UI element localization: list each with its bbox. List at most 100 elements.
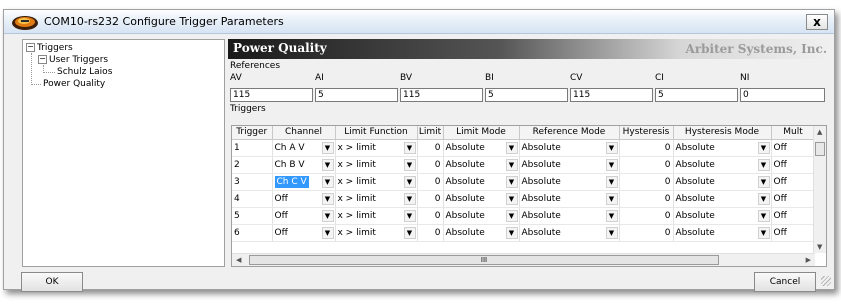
col-header-channel[interactable]: Channel: [272, 126, 336, 140]
ok-button[interactable]: OK: [21, 272, 83, 292]
ref-input-ai[interactable]: 5: [315, 88, 398, 102]
dropdown-arrow-icon[interactable]: ▼: [757, 175, 770, 188]
dropdown-arrow-icon[interactable]: ▼: [321, 209, 334, 222]
dropdown-arrow-icon[interactable]: ▼: [505, 209, 518, 222]
dropdown-arrow-icon[interactable]: ▼: [605, 158, 618, 171]
close-button[interactable]: x: [806, 14, 828, 30]
collapse-icon[interactable]: −: [38, 55, 47, 64]
channel-dropdown[interactable]: Ch C V ▼: [272, 173, 336, 191]
scroll-thumb[interactable]: III: [249, 255, 719, 265]
dropdown-arrow-icon[interactable]: ▼: [757, 226, 770, 239]
table-row[interactable]: 1 Ch A V ▼ x > limit ▼ 0 Absolute ▼ Absolut…: [232, 139, 816, 157]
resize-grip-icon[interactable]: [821, 276, 831, 286]
scroll-left-icon[interactable]: ◀: [236, 256, 241, 264]
dropdown-arrow-icon[interactable]: ▼: [605, 209, 618, 222]
dropdown-arrow-icon[interactable]: ▼: [403, 226, 416, 239]
limit-function-dropdown[interactable]: x > limit ▼: [335, 156, 418, 174]
dropdown-arrow-icon[interactable]: ▼: [321, 175, 334, 188]
limit-cell[interactable]: 0: [417, 224, 444, 242]
dropdown-arrow-icon[interactable]: ▼: [757, 141, 770, 154]
col-header-trigger[interactable]: Trigger: [232, 126, 273, 140]
mult-cell[interactable]: Off: [771, 173, 816, 191]
ref-input-ci[interactable]: 5: [655, 88, 738, 102]
dropdown-arrow-icon[interactable]: ▼: [321, 192, 334, 205]
dropdown-arrow-icon[interactable]: ▼: [403, 209, 416, 222]
limit-function-dropdown[interactable]: x > limit ▼: [335, 139, 418, 157]
mult-cell[interactable]: Off: [771, 156, 816, 174]
col-header-limit-mode[interactable]: Limit Mode: [443, 126, 520, 140]
limit-function-dropdown[interactable]: x > limit ▼: [335, 190, 418, 208]
hysteresis-cell[interactable]: 0: [619, 207, 674, 225]
cancel-button[interactable]: Cancel: [754, 272, 816, 292]
collapse-icon[interactable]: −: [26, 43, 35, 52]
reference-mode-dropdown[interactable]: Absolute ▼: [519, 173, 620, 191]
table-row[interactable]: 4 Off ▼ x > limit ▼ 0 Absolute ▼ Absolute ▼ …: [232, 190, 816, 208]
hysteresis-cell[interactable]: 0: [619, 224, 674, 242]
limit-function-dropdown[interactable]: x > limit ▼: [335, 173, 418, 191]
dropdown-arrow-icon[interactable]: ▼: [757, 192, 770, 205]
col-header-limit-function[interactable]: Limit Function: [335, 126, 418, 140]
dropdown-arrow-icon[interactable]: ▼: [403, 192, 416, 205]
limit-mode-dropdown[interactable]: Absolute ▼: [443, 173, 520, 191]
reference-mode-dropdown[interactable]: Absolute ▼: [519, 139, 620, 157]
dropdown-arrow-icon[interactable]: ▼: [505, 141, 518, 154]
dropdown-arrow-icon[interactable]: ▼: [505, 226, 518, 239]
ref-input-av[interactable]: 115: [230, 88, 313, 102]
dropdown-arrow-icon[interactable]: ▼: [403, 175, 416, 188]
col-header-mult[interactable]: Mult: [771, 126, 816, 140]
col-header-limit[interactable]: Limit: [417, 126, 444, 140]
table-row[interactable]: 3 Ch C V ▼ x > limit ▼ 0 Absolute ▼ Absolut…: [232, 173, 816, 191]
table-row[interactable]: 6 Off ▼ x > limit ▼ 0 Absolute ▼ Absolute ▼ …: [232, 224, 816, 242]
horizontal-scrollbar[interactable]: ◀ III ▶: [232, 253, 815, 266]
scroll-down-icon[interactable]: ▼: [817, 243, 822, 251]
limit-cell[interactable]: 0: [417, 207, 444, 225]
scroll-up-icon[interactable]: ▲: [817, 128, 822, 136]
hysteresis-cell[interactable]: 0: [619, 173, 674, 191]
ref-input-cv[interactable]: 115: [570, 88, 653, 102]
dropdown-arrow-icon[interactable]: ▼: [757, 158, 770, 171]
tree-item-power-quality[interactable]: Power Quality: [43, 78, 105, 90]
dropdown-arrow-icon[interactable]: ▼: [605, 175, 618, 188]
hysteresis-mode-dropdown[interactable]: Absolute ▼: [673, 156, 772, 174]
tree-item-user-triggers[interactable]: − User Triggers: [38, 54, 108, 66]
limit-cell[interactable]: 0: [417, 173, 444, 191]
dropdown-arrow-icon[interactable]: ▼: [321, 141, 334, 154]
limit-mode-dropdown[interactable]: Absolute ▼: [443, 207, 520, 225]
ref-input-bv[interactable]: 115: [400, 88, 483, 102]
limit-mode-dropdown[interactable]: Absolute ▼: [443, 156, 520, 174]
hysteresis-mode-dropdown[interactable]: Absolute ▼: [673, 139, 772, 157]
reference-mode-dropdown[interactable]: Absolute ▼: [519, 156, 620, 174]
dropdown-arrow-icon[interactable]: ▼: [505, 175, 518, 188]
limit-function-dropdown[interactable]: x > limit ▼: [335, 207, 418, 225]
reference-mode-dropdown[interactable]: Absolute ▼: [519, 224, 620, 242]
reference-mode-dropdown[interactable]: Absolute ▼: [519, 207, 620, 225]
limit-cell[interactable]: 0: [417, 156, 444, 174]
hysteresis-cell[interactable]: 0: [619, 156, 674, 174]
channel-dropdown[interactable]: Off ▼: [272, 207, 336, 225]
mult-cell[interactable]: Off: [771, 207, 816, 225]
hysteresis-cell[interactable]: 0: [619, 190, 674, 208]
hysteresis-mode-dropdown[interactable]: Absolute ▼: [673, 207, 772, 225]
hysteresis-cell[interactable]: 0: [619, 139, 674, 157]
limit-cell[interactable]: 0: [417, 190, 444, 208]
table-row[interactable]: 5 Off ▼ x > limit ▼ 0 Absolute ▼ Absolute ▼ …: [232, 207, 816, 225]
scroll-thumb[interactable]: [815, 142, 825, 156]
col-header-reference-mode[interactable]: Reference Mode: [519, 126, 620, 140]
dropdown-arrow-icon[interactable]: ▼: [505, 192, 518, 205]
ref-input-ni[interactable]: 0: [740, 88, 825, 102]
trigger-tree[interactable]: − Triggers − User Triggers Schulz Laios Po…: [22, 39, 225, 267]
dropdown-arrow-icon[interactable]: ▼: [505, 158, 518, 171]
table-row[interactable]: 2 Ch B V ▼ x > limit ▼ 0 Absolute ▼ Absolut…: [232, 156, 816, 174]
trigger-grid[interactable]: Trigger Channel Limit Function Limit Lim…: [231, 125, 827, 267]
reference-mode-dropdown[interactable]: Absolute ▼: [519, 190, 620, 208]
hysteresis-mode-dropdown[interactable]: Absolute ▼: [673, 190, 772, 208]
dropdown-arrow-icon[interactable]: ▼: [605, 141, 618, 154]
vertical-scrollbar[interactable]: ▲ ▼: [813, 126, 826, 253]
ref-input-bi[interactable]: 5: [485, 88, 568, 102]
mult-cell[interactable]: Off: [771, 139, 816, 157]
limit-mode-dropdown[interactable]: Absolute ▼: [443, 224, 520, 242]
limit-mode-dropdown[interactable]: Absolute ▼: [443, 139, 520, 157]
dropdown-arrow-icon[interactable]: ▼: [321, 158, 334, 171]
col-header-hysteresis-mode[interactable]: Hysteresis Mode: [673, 126, 772, 140]
hysteresis-mode-dropdown[interactable]: Absolute ▼: [673, 173, 772, 191]
